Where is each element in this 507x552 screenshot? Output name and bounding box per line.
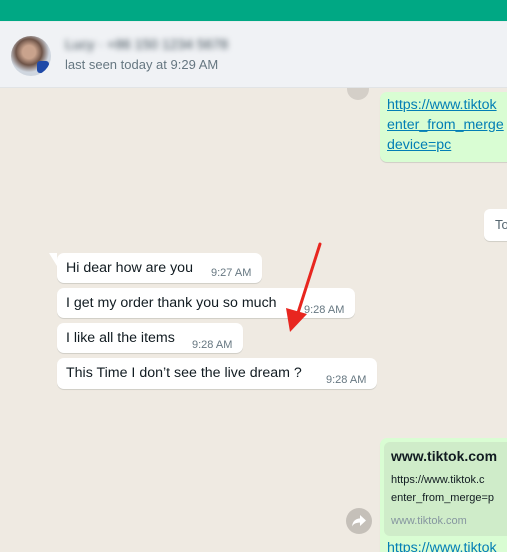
preview-description: https://www.tiktok.c enter_from_merge=p	[391, 471, 494, 507]
message-text: Hi dear how are you	[66, 260, 193, 276]
outgoing-link-message[interactable]: https://www.tiktok enter_from_merge devi…	[380, 92, 507, 162]
message-text: I like all the items	[66, 330, 175, 346]
avatar-badge	[37, 61, 49, 73]
contact-avatar[interactable]	[11, 36, 51, 76]
message-text: This Time I don’t see the live dream ?	[66, 365, 302, 381]
incoming-message[interactable]: I like all the items 9:28 AM	[57, 323, 243, 353]
red-annotation-arrow	[286, 242, 322, 332]
link-preview-card[interactable]: www.tiktok.com https://www.tiktok.c ente…	[384, 442, 507, 536]
preview-desc-line: https://www.tiktok.c	[391, 474, 485, 486]
incoming-message[interactable]: Hi dear how are you 9:27 AM	[49, 253, 262, 283]
scroll-indicator	[347, 88, 369, 100]
partial-chip-text: To	[495, 217, 507, 232]
bubble-tail	[49, 253, 57, 266]
message-time: 9:28 AM	[192, 339, 233, 351]
chat-header[interactable]: Lucy · +86 150 1234 5678 last seen today…	[0, 26, 507, 88]
chat-area[interactable]: https://www.tiktok enter_from_merge devi…	[0, 88, 507, 552]
contact-status: last seen today at 9:29 AM	[65, 57, 219, 72]
message-time: 9:28 AM	[326, 374, 367, 386]
forward-button[interactable]	[346, 508, 372, 534]
contact-name[interactable]: Lucy · +86 150 1234 5678	[65, 36, 228, 52]
link-line[interactable]: device=pc	[387, 135, 504, 155]
forward-icon	[352, 515, 366, 527]
preview-domain: www.tiktok.com	[391, 515, 467, 527]
preview-desc-line: enter_from_merge=p	[391, 492, 495, 504]
preview-link[interactable]: https://www.tiktok	[387, 538, 497, 552]
incoming-message[interactable]: This Time I don’t see the live dream ? 9…	[57, 358, 377, 389]
preview-title: www.tiktok.com	[391, 448, 498, 464]
message-text: I get my order thank you so much	[66, 295, 277, 311]
link-line[interactable]: enter_from_merge	[387, 115, 504, 135]
link-line[interactable]: https://www.tiktok	[387, 95, 504, 115]
partial-message-chip[interactable]: To	[484, 209, 507, 241]
app-top-bar	[0, 0, 507, 22]
message-time: 9:27 AM	[211, 267, 252, 279]
outgoing-link-preview-message[interactable]: www.tiktok.com https://www.tiktok.c ente…	[380, 438, 507, 552]
